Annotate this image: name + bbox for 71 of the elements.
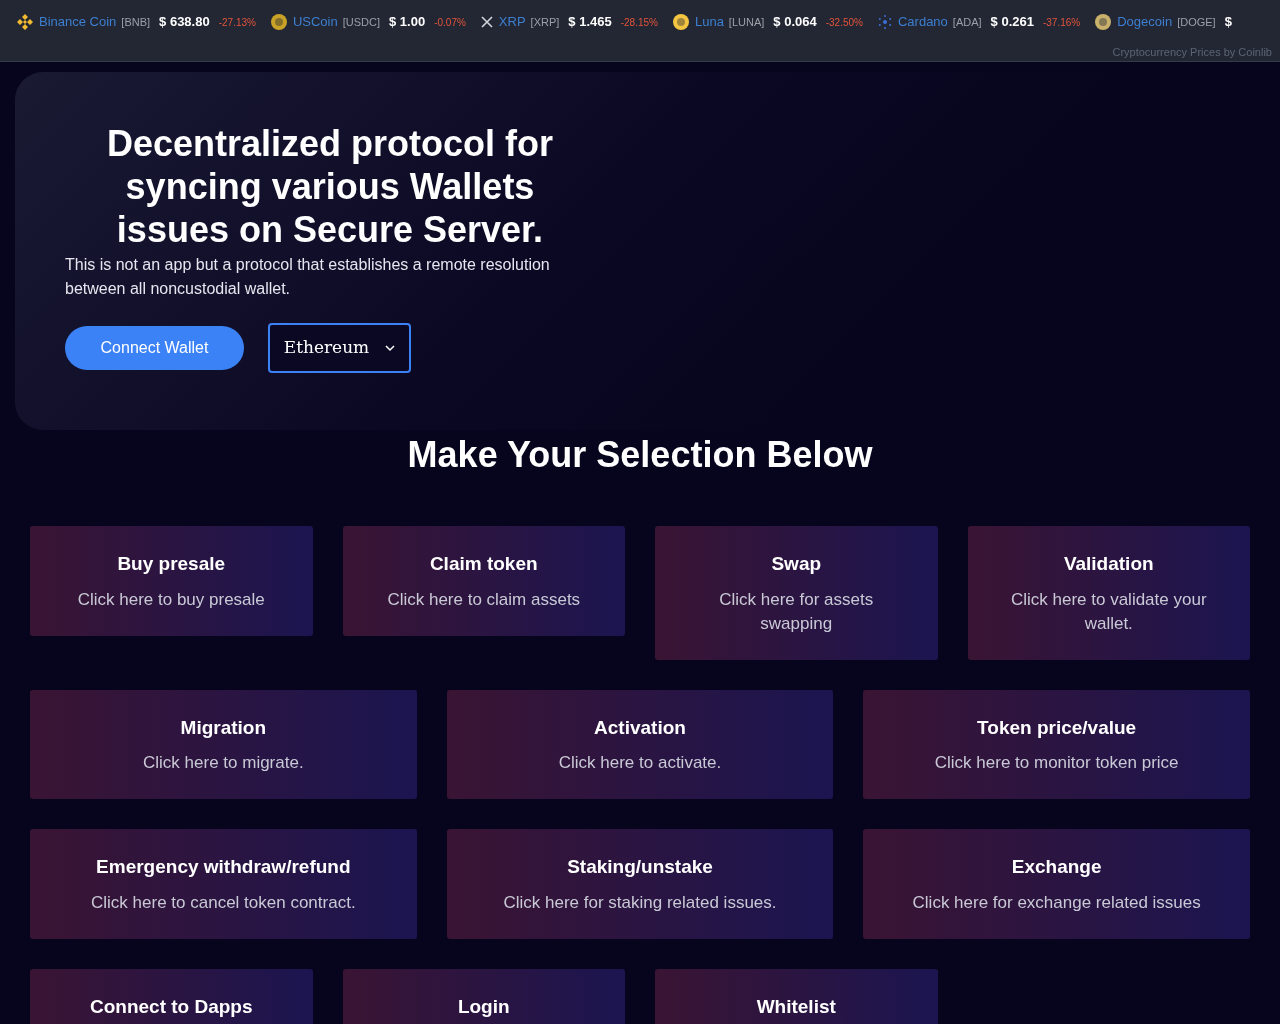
coin-name[interactable]: Dogecoin xyxy=(1117,12,1173,32)
network-select[interactable]: Ethereum xyxy=(268,323,411,373)
option-card[interactable]: Connect to Dapps xyxy=(30,968,313,1024)
card-subtitle: Click here for exchange related issues xyxy=(911,891,1202,914)
coin-price: $ 1.465 xyxy=(568,13,612,32)
x-logo-icon xyxy=(479,15,494,29)
card-subtitle: Click here to cancel token contract. xyxy=(90,891,357,914)
card-title: Validation xyxy=(1062,552,1155,576)
option-card[interactable]: Claim token Click here to claim assets xyxy=(342,526,625,636)
coin-symbol: [DOGE] xyxy=(1177,14,1216,30)
option-card[interactable]: Token price/value Click here to monitor token price xyxy=(863,689,1250,799)
coin-name[interactable]: Binance Coin xyxy=(39,12,117,32)
card-title: Swap xyxy=(770,552,823,576)
coin-name[interactable]: XRP xyxy=(498,12,526,32)
hero-title: Decentralized protocol for syncing various Wallets issues on Secure Server. xyxy=(105,122,555,251)
card-subtitle: Click here for staking related issues. xyxy=(502,891,778,914)
dotted-star-logo-icon xyxy=(876,14,893,30)
chevron-down-icon xyxy=(385,344,396,352)
card-subtitle: Click here to buy presale xyxy=(76,588,266,611)
section-title: Make Your Selection Below xyxy=(406,433,874,477)
coin-symbol: [LUNA] xyxy=(728,14,765,30)
coin-name[interactable]: USCoin xyxy=(292,12,338,32)
card-title: Connect to Dapps xyxy=(88,994,254,1019)
coin-name[interactable]: Cardano xyxy=(897,12,948,32)
card-title: Migration xyxy=(179,715,268,740)
coin-price: $ 638.80 xyxy=(159,13,210,32)
coin-name[interactable]: Luna xyxy=(694,12,724,32)
option-card[interactable]: Emergency withdraw/refund Click here to cancel token contract. xyxy=(30,829,417,939)
option-card[interactable]: Login xyxy=(342,968,625,1024)
price-change: -27.13% xyxy=(218,15,256,30)
coin-price: $ 0.064 xyxy=(773,13,817,32)
coin-symbol: [ADA] xyxy=(952,14,982,30)
option-card[interactable]: Whitelist xyxy=(655,968,938,1024)
card-subtitle: Click here to claim assets xyxy=(386,588,582,611)
card-title: Whitelist xyxy=(755,994,837,1019)
coin-symbol: [BNB] xyxy=(121,14,151,30)
price-change: -37.16% xyxy=(1042,15,1081,30)
price-change: -28.15% xyxy=(620,15,658,30)
connect-wallet-button[interactable]: Connect Wallet xyxy=(65,326,244,370)
coin-price: $ 0.261 xyxy=(990,13,1034,32)
hero-description: This is not an app but a protocol that establishes a remote resolution between all noncustodial wallet. xyxy=(65,255,551,299)
card-title: Claim token xyxy=(428,552,539,576)
card-subtitle: Click here to migrate. xyxy=(142,752,305,774)
card-title: Buy presale xyxy=(116,552,227,576)
card-subtitle: Click here to monitor token price xyxy=(933,752,1180,774)
coin-symbol: [USDC] xyxy=(342,14,380,30)
option-card[interactable]: Migration Click here to migrate. xyxy=(30,689,417,799)
coin-price: $ 1.00 xyxy=(389,13,426,32)
option-card[interactable]: Activation Click here to activate. xyxy=(446,689,834,799)
round-coin-icon xyxy=(671,13,690,31)
price-change: -0.07% xyxy=(434,15,466,30)
card-title: Activation xyxy=(593,715,687,740)
option-card[interactable]: Staking/unstake Click here for staking related issues. xyxy=(446,829,834,939)
round-coin-icon xyxy=(1094,13,1113,31)
card-title: Token price/value xyxy=(976,715,1138,740)
option-card[interactable]: Swap Click here for assets swapping xyxy=(655,526,938,660)
price-change: -32.50% xyxy=(825,15,863,30)
coin-symbol: [XRP] xyxy=(530,14,560,30)
card-subtitle: Click here to activate. xyxy=(557,752,723,774)
option-card[interactable]: Validation Click here to validate your wallet. xyxy=(967,526,1250,660)
card-title: Emergency withdraw/refund xyxy=(95,855,352,879)
option-card[interactable]: Buy presale Click here to buy presale xyxy=(30,526,313,636)
coin-price: $ xyxy=(1224,13,1232,32)
card-subtitle: Click here to validate your wallet. xyxy=(1009,588,1208,635)
diamond-logo-icon xyxy=(16,13,34,31)
card-title: Staking/unstake xyxy=(566,855,714,879)
option-card[interactable]: Exchange Click here for exchange related issues xyxy=(863,829,1250,939)
card-title: Login xyxy=(456,994,511,1019)
card-title: Exchange xyxy=(1010,855,1103,879)
card-subtitle: Click here for assets swapping xyxy=(718,588,875,635)
round-coin-icon xyxy=(269,13,288,31)
